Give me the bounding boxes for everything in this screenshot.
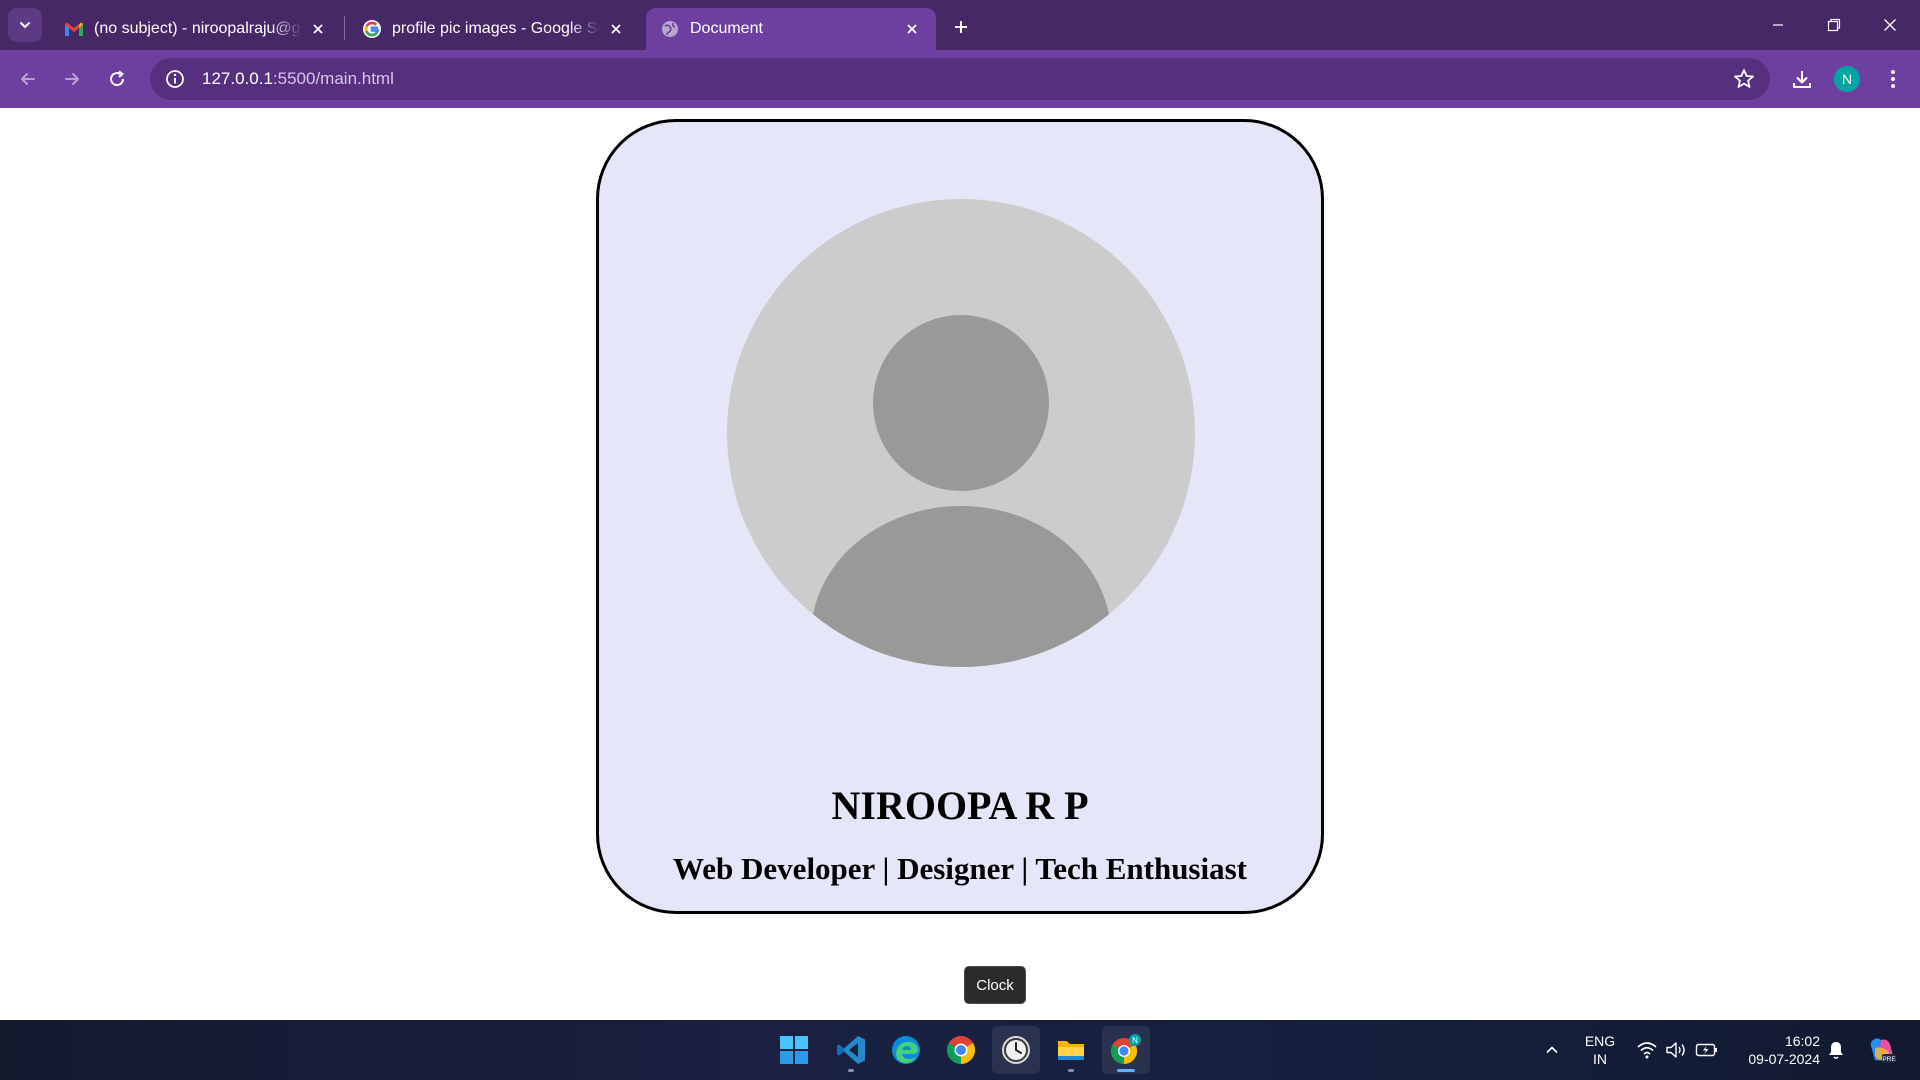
tab-gmail[interactable]: (no subject) - niroopalraju@gm <box>50 8 342 50</box>
taskbar-app-file-explorer[interactable] <box>1047 1026 1095 1074</box>
globe-icon <box>660 19 680 39</box>
taskbar: N ENG IN 16:02 09-07-2024 PRE <box>0 1020 1920 1080</box>
tab-document[interactable]: Document <box>646 8 936 50</box>
taskbar-app-clock[interactable] <box>992 1026 1040 1074</box>
notification-bell-icon[interactable] <box>1824 1038 1848 1062</box>
clock-icon <box>1002 1036 1030 1064</box>
close-icon <box>1884 19 1896 31</box>
copilot-icon[interactable]: PRE <box>1865 1034 1897 1066</box>
active-indicator <box>1117 1069 1135 1072</box>
minimize-icon <box>1773 24 1783 26</box>
reload-button[interactable] <box>97 59 137 99</box>
profile-picture <box>727 199 1195 667</box>
arrow-left-icon <box>21 73 35 85</box>
close-window-button[interactable] <box>1862 0 1918 50</box>
new-tab-button[interactable] <box>944 10 978 44</box>
language-code: ENG <box>1584 1033 1616 1049</box>
taskbar-tooltip: Clock <box>964 966 1026 1004</box>
chrome-icon: N <box>1110 1034 1141 1065</box>
taskbar-app-chrome[interactable] <box>937 1026 985 1074</box>
menu-button[interactable] <box>1873 59 1913 99</box>
tab-google-search[interactable]: profile pic images - Google Sea <box>348 8 640 50</box>
tab-separator <box>344 16 345 40</box>
bookmark-star-icon[interactable] <box>1732 67 1756 96</box>
profile-name: NIROOPA R P <box>831 783 1089 828</box>
back-button[interactable] <box>8 59 48 99</box>
restore-icon <box>1827 18 1841 32</box>
avatar-head-shape <box>873 315 1049 491</box>
show-hidden-icons-button[interactable] <box>1540 1038 1564 1062</box>
gmail-icon <box>64 19 84 39</box>
download-icon <box>1793 71 1811 88</box>
arrow-right-icon <box>65 73 79 85</box>
vscode-icon <box>837 1036 865 1064</box>
url-path: :5500/main.html <box>272 69 394 88</box>
taskbar-app-chrome-profile[interactable]: N <box>1102 1026 1150 1074</box>
google-icon <box>362 19 382 39</box>
windows-logo-icon <box>780 1036 808 1064</box>
clock-time: 16:02 <box>1784 1033 1820 1049</box>
plus-icon <box>955 21 967 33</box>
wifi-icon[interactable] <box>1635 1038 1659 1062</box>
svg-text:N: N <box>1132 1036 1138 1045</box>
forward-button[interactable] <box>52 59 92 99</box>
avatar-body-shape <box>811 506 1111 667</box>
tab-title: profile pic images - Google Sea <box>392 20 600 37</box>
folder-icon <box>1058 1041 1084 1060</box>
edge-icon <box>892 1036 920 1064</box>
restore-button[interactable] <box>1806 0 1862 50</box>
region-code: IN <box>1593 1051 1607 1067</box>
language-indicator[interactable]: ENG IN <box>1578 1032 1622 1068</box>
start-button[interactable] <box>770 1026 818 1074</box>
close-icon[interactable] <box>902 19 922 39</box>
url-text[interactable]: 127.0.0.1:5500/main.html <box>202 69 394 89</box>
taskbar-app-edge[interactable] <box>882 1026 930 1074</box>
profile-card: NIROOPA R P Web Developer | Designer | T… <box>596 119 1324 914</box>
chevron-down-icon <box>20 22 30 29</box>
close-icon[interactable] <box>606 19 626 39</box>
clock-date: 09-07-2024 <box>1748 1051 1820 1067</box>
clock-date-display[interactable]: 16:02 09-07-2024 <box>1732 1032 1820 1068</box>
profile-button[interactable]: N <box>1827 59 1867 99</box>
battery-icon[interactable] <box>1695 1038 1719 1062</box>
minimize-button[interactable] <box>1750 0 1806 50</box>
kebab-menu-icon <box>1891 70 1895 88</box>
avatar: N <box>1834 66 1860 92</box>
chevron-up-icon <box>1546 1046 1558 1054</box>
downloads-button[interactable] <box>1782 59 1822 99</box>
chrome-icon <box>947 1036 975 1064</box>
tab-title: Document <box>690 20 763 37</box>
profile-tagline: Web Developer | Designer | Tech Enthusia… <box>673 851 1247 886</box>
reload-icon <box>110 70 125 87</box>
page-viewport: NIROOPA R P Web Developer | Designer | T… <box>0 108 1920 1020</box>
running-indicator <box>848 1069 854 1072</box>
url-host: 127.0.0.1 <box>202 69 273 88</box>
site-info-icon[interactable] <box>154 58 196 100</box>
browser-tabstrip: (no subject) - niroopalraju@gm profile p… <box>0 0 1920 50</box>
browser-toolbar: 127.0.0.1:5500/main.html N <box>0 50 1920 108</box>
close-icon[interactable] <box>308 19 328 39</box>
tab-title: (no subject) - niroopalraju@gm <box>94 20 302 37</box>
tab-search-button[interactable] <box>8 8 42 42</box>
taskbar-app-vscode[interactable] <box>827 1026 875 1074</box>
address-bar[interactable]: 127.0.0.1:5500/main.html <box>150 58 1770 100</box>
svg-text:PRE: PRE <box>1882 1056 1896 1063</box>
volume-icon[interactable] <box>1664 1038 1688 1062</box>
running-indicator <box>1068 1069 1074 1072</box>
